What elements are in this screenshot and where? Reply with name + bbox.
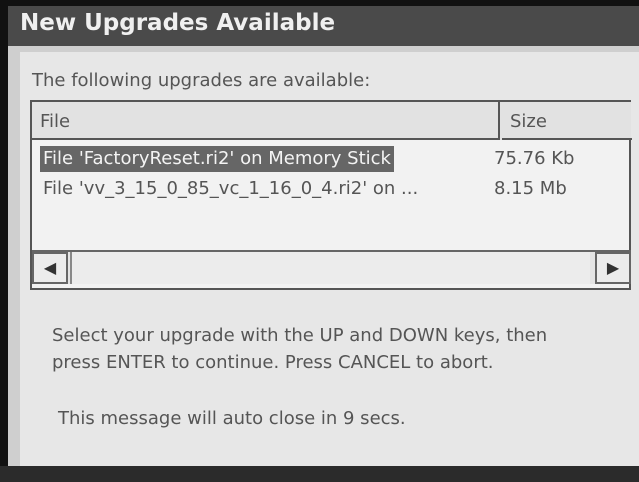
list-item-size: 75.76 Kb bbox=[494, 148, 575, 169]
scroll-thumb[interactable] bbox=[70, 252, 590, 284]
left-arrow-icon: ◀ bbox=[43, 258, 57, 277]
column-header-file[interactable]: File bbox=[32, 102, 500, 140]
instructions-line-2: press ENTER to continue. Press CANCEL to… bbox=[52, 352, 494, 373]
list-header: File Size bbox=[32, 102, 632, 140]
horizontal-scrollbar[interactable]: ◀ ▶ bbox=[32, 250, 631, 284]
device-bezel-bottom bbox=[0, 466, 639, 482]
list-item-file: File 'FactoryReset.ri2' on Memory Stick bbox=[40, 146, 394, 172]
autoclose-message: This message will auto close in 9 secs. bbox=[58, 408, 406, 429]
upgrade-list[interactable]: File Size File 'FactoryReset.ri2' on Mem… bbox=[30, 100, 632, 290]
instructions-line-1: Select your upgrade with the UP and DOWN… bbox=[52, 325, 548, 346]
title-bar: New Upgrades Available bbox=[8, 6, 639, 46]
right-arrow-icon: ▶ bbox=[606, 258, 620, 277]
column-header-size[interactable]: Size bbox=[502, 102, 632, 140]
intro-text: The following upgrades are available: bbox=[32, 70, 371, 91]
instructions-text: Select your upgrade with the UP and DOWN… bbox=[52, 322, 612, 376]
dialog-title: New Upgrades Available bbox=[20, 10, 336, 36]
list-item-size: 8.15 Mb bbox=[494, 178, 567, 199]
scroll-right-button[interactable]: ▶ bbox=[595, 252, 631, 284]
list-item-file: File 'vv_3_15_0_85_vc_1_16_0_4.ri2' on .… bbox=[43, 178, 419, 199]
scroll-left-button[interactable]: ◀ bbox=[32, 252, 68, 284]
